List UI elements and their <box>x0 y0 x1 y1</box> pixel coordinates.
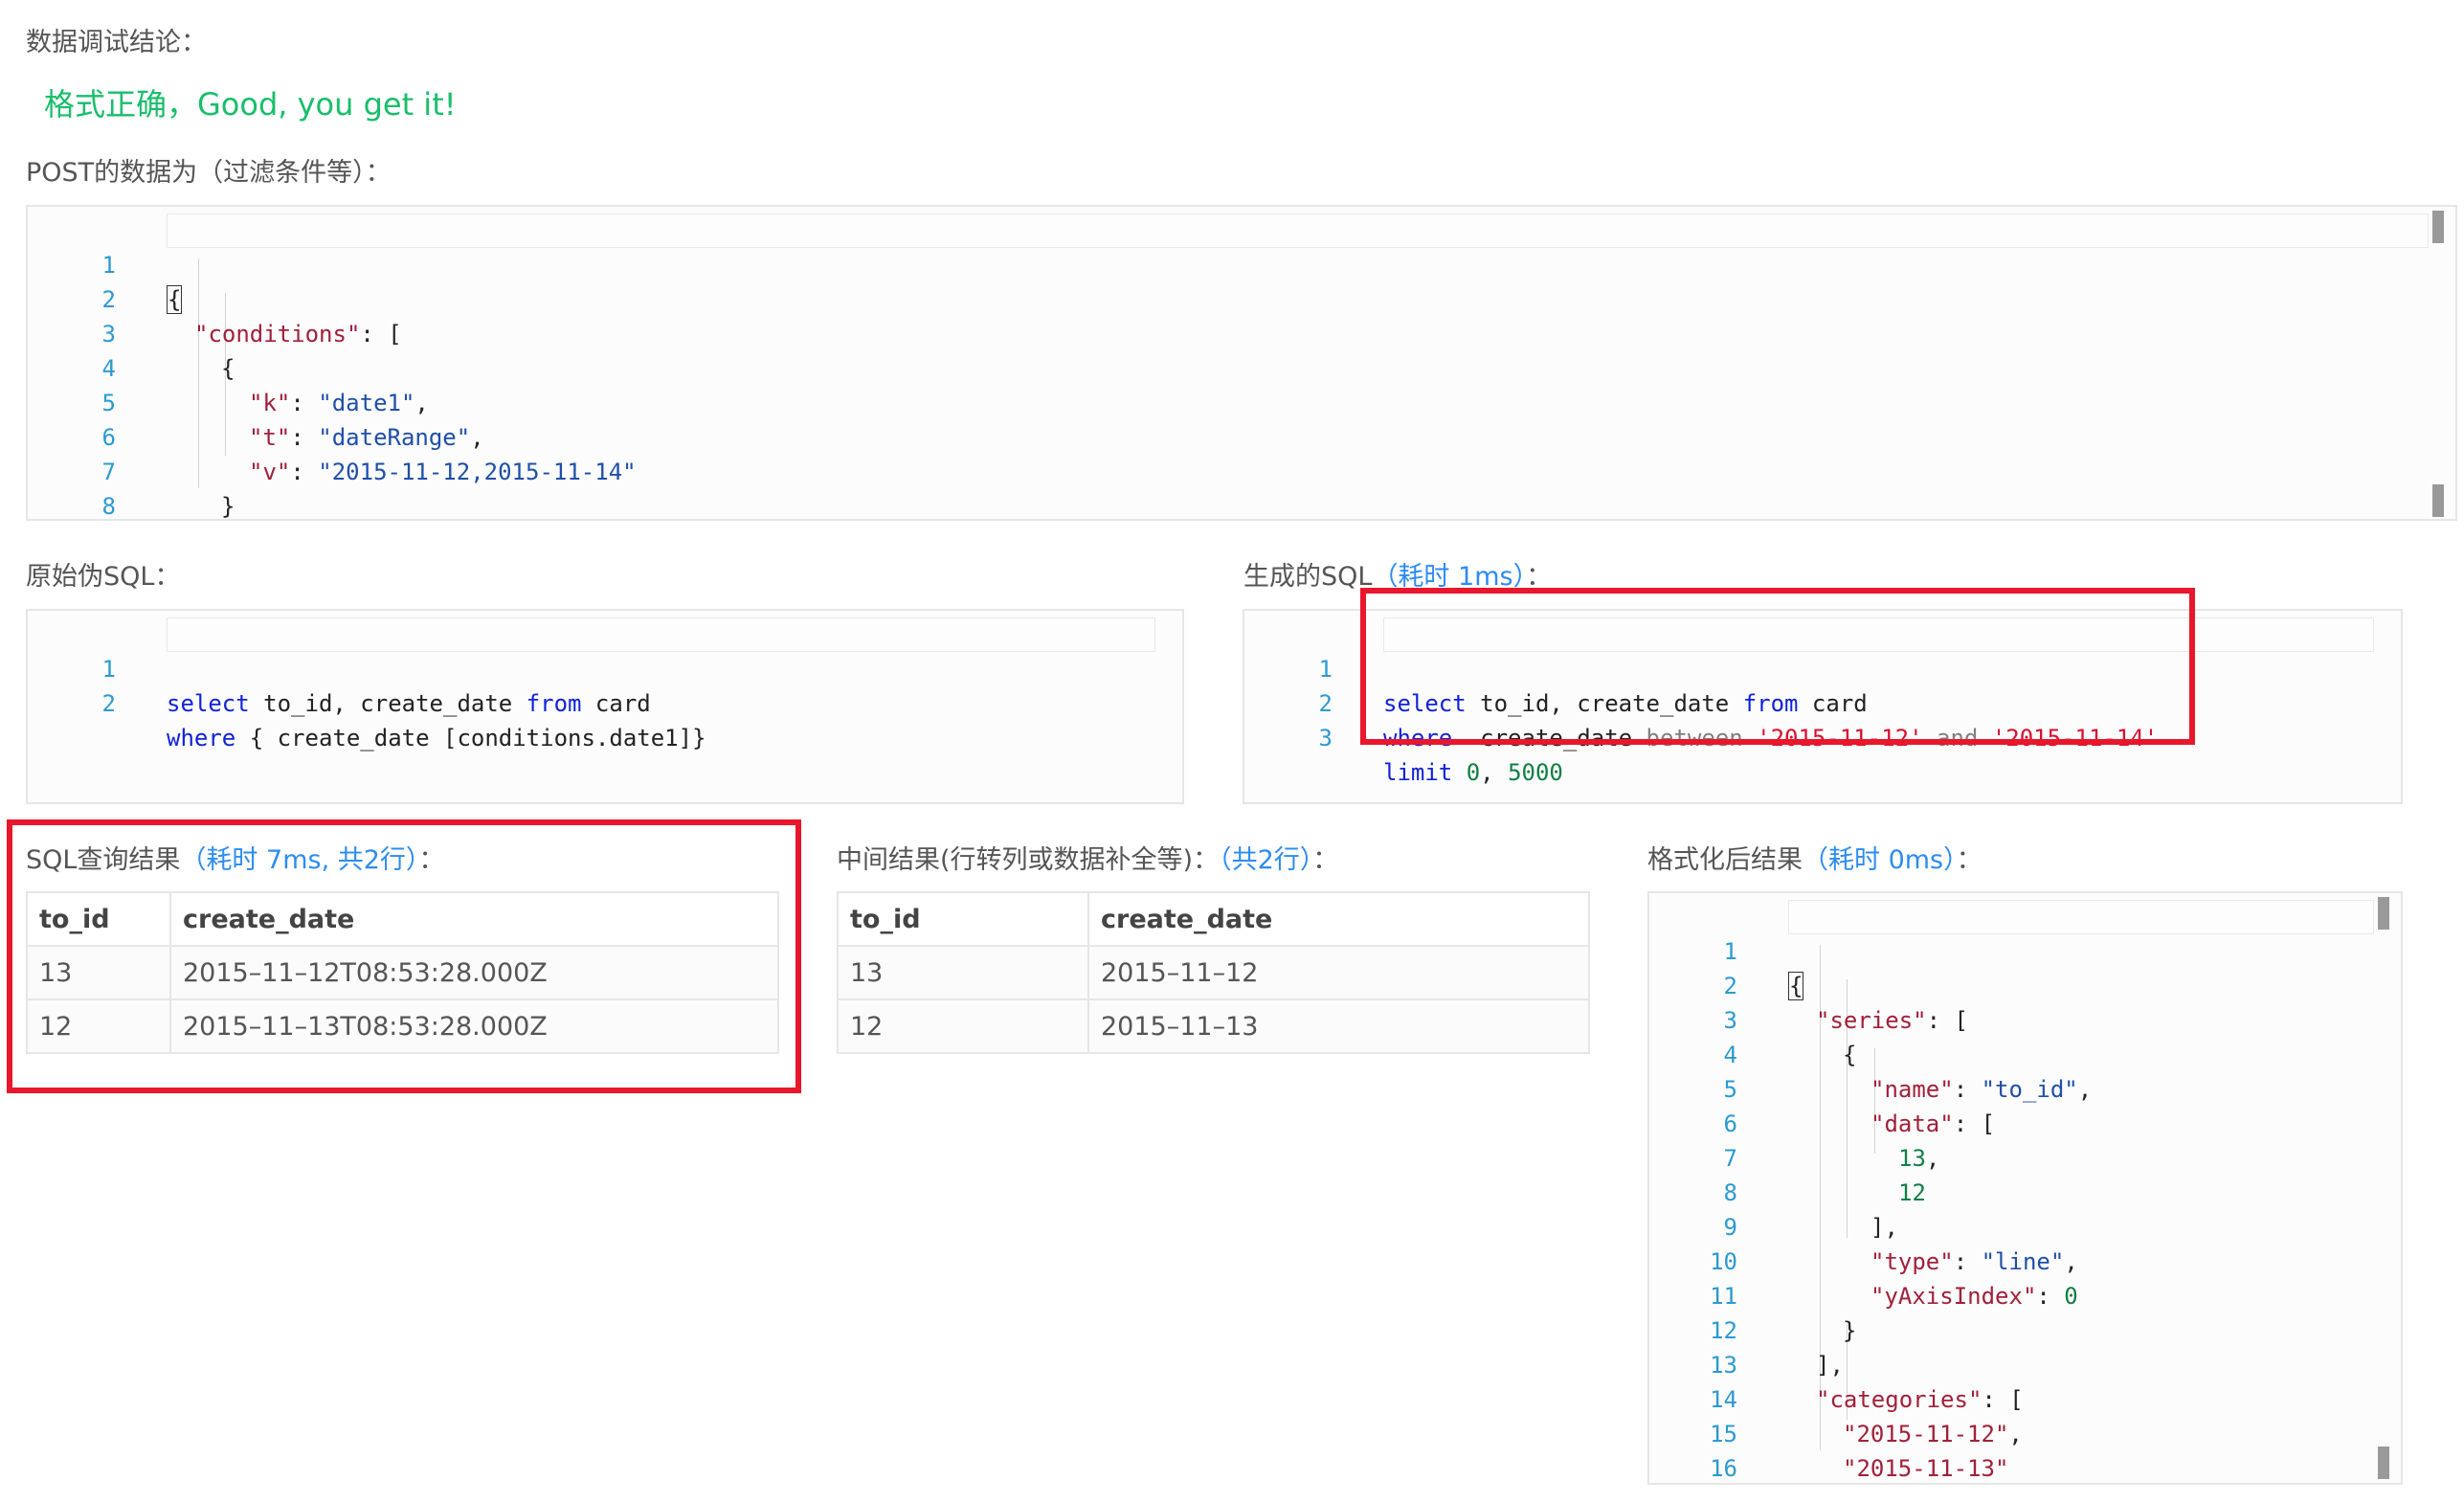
formatted-result-label: 格式化后结果（耗时 0ms）： <box>1647 845 1982 875</box>
code-line: 6 "v": "2015-11-12,2015-11-14" <box>28 386 2455 485</box>
code-line: 7 12 <box>1649 1107 2401 1206</box>
column-header[interactable]: to_id <box>26 891 171 947</box>
sql-keyword: where <box>1383 725 1453 752</box>
code-line: 10 "yAxisIndex": 0 <box>1649 1210 2401 1310</box>
code-line: 11 } <box>1649 1245 2401 1344</box>
line-number: 2 <box>101 690 116 717</box>
column-header[interactable]: create_date <box>169 891 779 947</box>
table-cell: 2015–11–12T08:53:28.000Z <box>169 945 779 1000</box>
code-line: 6 13, <box>1649 1072 2401 1172</box>
code-line: 8 ], <box>1649 1141 2401 1241</box>
code-line: 4 "k": "date1", <box>28 317 2455 416</box>
code-line: 5 "t": "dateRange", <box>28 351 2455 451</box>
table-row: 12 2015–11–13T08:53:28.000Z <box>26 998 779 1054</box>
sql-keyword: limit <box>1383 759 1453 786</box>
code-line: 15 "2015-11-13" <box>1649 1382 2401 1482</box>
table-header-row: to_id create_date <box>837 891 1590 947</box>
code-line: 17 } <box>1649 1451 2401 1483</box>
code-line: 2 "conditions": [ <box>28 248 2455 348</box>
code-line: 2 where { create_date [conditions.date1]… <box>28 652 1182 752</box>
raw-sql-editor[interactable]: 1 select to_id, create_date from card 2 … <box>26 609 1184 804</box>
code-line: 1 select to_id, create_date from card <box>28 617 1182 717</box>
table-cell: 2015–11–13T08:53:28.000Z <box>169 998 779 1054</box>
code-token: create_date <box>1452 725 1646 752</box>
code-line: 7 } <box>28 420 2455 519</box>
code-token: { create_date [conditions.date1]} <box>235 725 706 752</box>
conclusion-label: 数据调试结论： <box>26 28 207 57</box>
table-row: 13 2015–11–12T08:53:28.000Z <box>26 945 779 1000</box>
post-data-label: POST的数据为（过滤条件等）： <box>26 158 392 188</box>
code-line: 13 "categories": [ <box>1649 1313 2401 1413</box>
formatted-result-timing: （耗时 0ms） <box>1803 845 1957 875</box>
sql-operator: between <box>1646 725 1743 752</box>
code-line: 9 "type": "line", <box>1649 1176 2401 1275</box>
query-result-table: to_id create_date 13 2015–11–12T08:53:28… <box>26 891 779 1054</box>
code-line: 4 "name": "to_id", <box>1649 1003 2401 1103</box>
code-line: 2 where create_date between '2015-11-12'… <box>1244 652 2401 752</box>
code-line: 9 } <box>28 489 2455 519</box>
code-token: to_id, create_date <box>249 690 526 717</box>
code-line: 8 ] <box>28 455 2455 519</box>
code-line: 3 limit 0, 5000 <box>1244 686 2401 786</box>
table-cell: 13 <box>26 945 171 1000</box>
code-line: 16 ] <box>1649 1417 2401 1482</box>
sql-keyword: select <box>167 690 250 717</box>
sql-number: 0 <box>1466 759 1481 786</box>
table-row: 12 2015–11–13 <box>837 998 1590 1054</box>
table-cell: 13 <box>837 945 1089 1000</box>
intermediate-result-table: to_id create_date 13 2015–11–12 12 2015–… <box>837 891 1590 1054</box>
table-header-row: to_id create_date <box>26 891 779 947</box>
intermediate-result-label: 中间结果(行转列或数据补全等)：（共2行）： <box>837 845 1339 875</box>
code-line: 3 { <box>1649 969 2401 1068</box>
column-header[interactable]: to_id <box>837 891 1089 947</box>
sql-number: 5000 <box>1508 759 1563 786</box>
line-number: 3 <box>1318 725 1333 752</box>
generated-sql-editor[interactable]: 1 select to_id, create_date from card 2 … <box>1243 609 2403 804</box>
code-line: 14 "2015-11-12", <box>1649 1348 2401 1447</box>
sql-string: '2015-11-14' <box>1991 725 2159 752</box>
sql-keyword: from <box>526 690 582 717</box>
intermediate-result-count: （共2行） <box>1219 845 1313 875</box>
code-line: 1 select to_id, create_date from card <box>1244 617 2401 717</box>
table-cell: 2015–11–13 <box>1087 998 1590 1054</box>
table-row: 13 2015–11–12 <box>837 945 1590 1000</box>
generated-sql-timing: （耗时 1ms） <box>1372 562 1527 592</box>
sql-string: '2015-11-12' <box>1757 725 1923 752</box>
code-line: 5 "data": [ <box>1649 1038 2401 1137</box>
raw-sql-label: 原始伪SQL： <box>26 562 181 592</box>
sql-keyword: where <box>167 725 236 752</box>
table-cell: 12 <box>26 998 171 1054</box>
conclusion-message: 格式正确，Good, you get it! <box>44 86 457 123</box>
table-cell: 2015–11–12 <box>1087 945 1590 1000</box>
query-result-label: SQL查询结果（耗时 7ms, 共2行）： <box>26 845 445 875</box>
post-data-editor[interactable]: 1 { 2 "conditions": [ 3 { 4 "k": "date1"… <box>26 205 2457 521</box>
code-line: 3 { <box>28 282 2455 382</box>
column-header[interactable]: create_date <box>1087 891 1590 947</box>
code-line: 1 { <box>28 213 2455 314</box>
code-token: card <box>581 690 651 717</box>
formatted-result-editor[interactable]: 1 { 2 "series": [ 3 { 4 "name": "to_id",… <box>1647 891 2403 1485</box>
query-result-timing: （耗时 7ms, 共2行） <box>180 845 419 875</box>
code-line: 12 ], <box>1649 1279 2401 1379</box>
code-line: 2 "series": [ <box>1649 934 2401 1034</box>
generated-sql-label: 生成的SQL（耗时 1ms）： <box>1243 562 1553 592</box>
table-cell: 12 <box>837 998 1089 1054</box>
sql-operator: and <box>1937 725 1979 752</box>
code-line: 1 { <box>1649 900 2401 1000</box>
